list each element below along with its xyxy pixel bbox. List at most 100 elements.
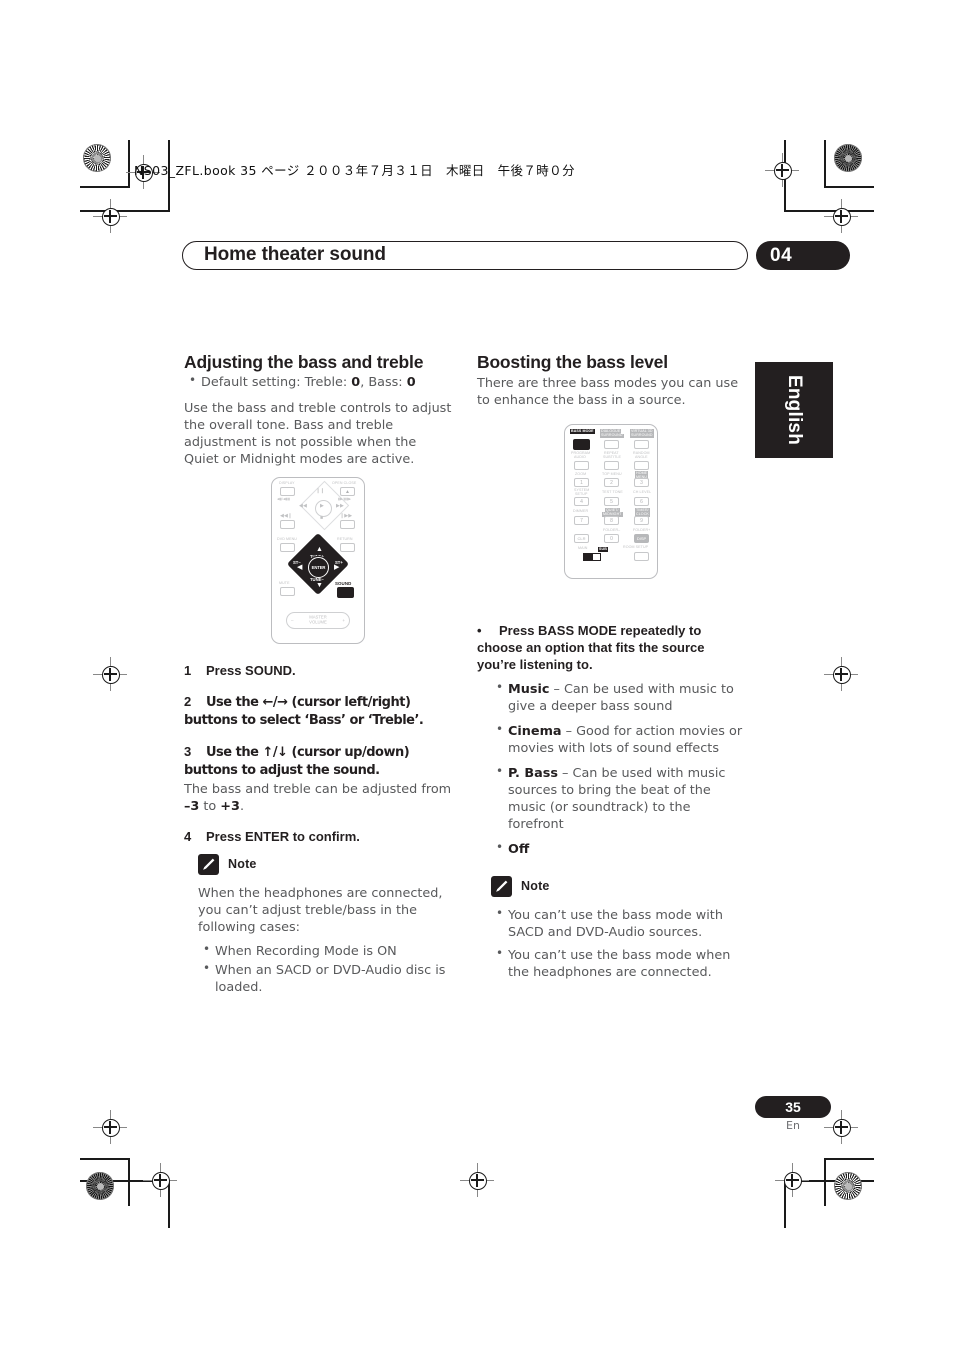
remote-b-key-9: 9 bbox=[634, 516, 649, 525]
remote-a-volume-label: VOLUME bbox=[309, 619, 327, 624]
left-column: Adjusting the bass and treble Default se… bbox=[184, 352, 452, 998]
left-note-item-2: When an SACD or DVD-Audio disc is loaded… bbox=[203, 961, 452, 996]
remote-b-key-7: 7 bbox=[574, 516, 589, 525]
right-note-item-1: You can’t use the bass mode with SACD an… bbox=[496, 906, 745, 941]
remote-a-enter-button: ENTER bbox=[308, 557, 329, 578]
remote-a-next-step-label: ▮▶/▮▮▶ bbox=[338, 497, 352, 501]
crop-mark-top-left-h bbox=[80, 186, 130, 188]
default-setting-list: Default setting: Treble: 0, Bass: 0 bbox=[184, 373, 452, 391]
left-note-intro: When the headphones are connected, you c… bbox=[198, 885, 443, 935]
step-4-text: Press ENTER to confirm. bbox=[206, 828, 360, 844]
remote-b-key-3: 3 bbox=[634, 478, 649, 487]
remote-b-program-button bbox=[574, 461, 589, 470]
step-3-sub-a: The bass and treble can be adjusted from bbox=[184, 781, 452, 797]
remote-a-next-track-icon: ❙▶▶ bbox=[340, 513, 353, 519]
remote-a-dvd-menu-button bbox=[280, 543, 295, 552]
remote-b-angle-label: ANGLE bbox=[635, 455, 648, 459]
default-bass-value: 0 bbox=[406, 375, 416, 391]
remote-a-return-label: RETURN bbox=[337, 537, 353, 541]
remote-a-master-volume-label: MASTER VOLUME bbox=[309, 615, 327, 624]
remote-a-volume-plus: + bbox=[342, 618, 345, 623]
pencil-note-icon bbox=[198, 853, 219, 875]
remote-b-surround-label: SURROUND bbox=[600, 433, 624, 439]
remote-b-folder-up-label: FOLDER+ bbox=[633, 528, 651, 532]
left-note-body: When the headphones are connected, you c… bbox=[184, 885, 452, 996]
bass-mode-option-pbass: P. Bass – Can be used with music sources… bbox=[496, 764, 745, 833]
remote-a-pause-icon: ❙❙ bbox=[316, 488, 325, 494]
language-side-tab-label: English bbox=[784, 374, 805, 446]
right-section-heading: Boosting the bass level bbox=[477, 352, 668, 372]
remote-b-audio-label: AUDIO bbox=[574, 455, 586, 459]
remote-b-virtual-surround-label: SURROUND bbox=[630, 433, 654, 439]
registration-crosshair-right-middle bbox=[824, 657, 858, 691]
remote-b-key-4: 4 bbox=[574, 497, 589, 506]
bass-mode-option-music: Music – Can be used with music to give a… bbox=[496, 680, 745, 715]
eject-icon: ▲ bbox=[345, 488, 350, 495]
remote-b-main-label: MAIN bbox=[578, 546, 588, 550]
pencil-note-icon bbox=[491, 875, 512, 897]
remote-a-rew-icon: ◀◀ bbox=[299, 503, 307, 509]
remote-b-key-2: 2 bbox=[604, 478, 619, 487]
remote-a-next-track-button bbox=[340, 520, 355, 529]
remote-b-main-sub-switch bbox=[583, 553, 601, 561]
remote-b-switch-toggle bbox=[584, 554, 593, 560]
registration-target-bottom-right bbox=[834, 1172, 862, 1200]
step-3-sub-c: to bbox=[199, 798, 221, 814]
step-4: 4 Press ENTER to confirm. bbox=[184, 829, 452, 846]
remote-a-ffwd-icon: ▶▶ bbox=[336, 503, 344, 509]
cursor-down-icon: ▼ bbox=[316, 582, 323, 589]
remote-a-stop-icon: ■ bbox=[320, 515, 324, 521]
default-setting-prefix: Default setting: Treble: bbox=[201, 375, 352, 391]
remote-b-key-disp: DISP bbox=[634, 534, 649, 543]
step-3-subtext: The bass and treble can be adjusted from… bbox=[184, 781, 452, 815]
left-intro-paragraph: Use the bass and treble controls to adju… bbox=[184, 401, 452, 468]
registration-crosshair-bottom-right bbox=[775, 1163, 809, 1197]
bass-mode-option-off-name: Off bbox=[508, 841, 530, 857]
registration-crosshair-right-upper bbox=[824, 199, 858, 233]
remote-a-open-close-button: ▲ bbox=[340, 487, 355, 496]
page-language-code: En bbox=[786, 1119, 800, 1132]
bass-mode-instruction: • Press BASS MODE repeatedly to choose an… bbox=[477, 623, 745, 674]
registration-target-top-left bbox=[83, 144, 111, 172]
crop-mark-bottom-left-h bbox=[80, 1158, 130, 1160]
registration-crosshair-left-lower bbox=[93, 1110, 127, 1144]
left-section-heading: Adjusting the bass and treble bbox=[184, 352, 424, 372]
crop-mark-bottom-left-v bbox=[128, 1158, 130, 1206]
remote-control-illustration-bass-mode: BASS MODE DIALOGUE SURROUND VIRTUAL 3D S… bbox=[564, 424, 658, 579]
registration-target-bottom-left bbox=[86, 1172, 114, 1200]
right-note-list: You can’t use the bass mode with SACD an… bbox=[491, 906, 745, 981]
remote-a-mute-label: MUTE bbox=[279, 581, 290, 585]
remote-b-key-0: 0 bbox=[604, 534, 619, 543]
registration-crosshair-top-right bbox=[765, 153, 799, 187]
remote-a-dvd-menu-label: DVD MENU bbox=[277, 537, 297, 541]
bass-mode-instruction-text: Press BASS MODE repeatedly to choose an … bbox=[477, 623, 705, 672]
remote-b-top-menu-label: TOP MENU bbox=[602, 472, 622, 476]
bass-mode-bullet: • bbox=[477, 623, 482, 639]
step-3-text: Use the ↑/↓ (cursor up/down) buttons to … bbox=[184, 744, 410, 778]
registration-crosshair-bottom-center bbox=[460, 1163, 494, 1197]
remote-b-test-tone-label: TEST TONE bbox=[602, 490, 623, 494]
remote-b-repeat-button bbox=[604, 461, 619, 470]
step-2-number: 2 bbox=[184, 694, 192, 710]
step-2: 2 Use the ←/→ (cursor left/right) buttons… bbox=[184, 694, 452, 730]
remote-a-sound-button bbox=[337, 587, 354, 598]
left-note-list: When Recording Mode is ON When an SACD o… bbox=[198, 942, 452, 996]
left-note-item-1: When Recording Mode is ON bbox=[203, 942, 452, 960]
step-3-number: 3 bbox=[184, 743, 192, 759]
remote-a-prev-step-label: ◀▮/◀▮▮ bbox=[277, 497, 291, 501]
bass-mode-option-music-name: Music bbox=[508, 681, 550, 697]
step-1-number: 1 bbox=[184, 663, 192, 679]
remote-a-prev-track-icon: ◀◀❙ bbox=[280, 513, 293, 519]
registration-target-top-right bbox=[834, 144, 862, 172]
step-3-max-value: +3 bbox=[220, 798, 240, 814]
step-4-number: 4 bbox=[184, 828, 192, 844]
registration-crosshair-left-upper bbox=[93, 199, 127, 233]
page-title: Home theater sound bbox=[204, 244, 386, 265]
bass-mode-option-off: Off bbox=[496, 840, 745, 858]
remote-b-room-setup-label: ROOM SETUP bbox=[623, 545, 649, 549]
chapter-number-badge: 04 bbox=[756, 241, 850, 270]
remote-a-display-label: DISPLAY bbox=[279, 481, 295, 485]
remote-b-key-1: 1 bbox=[574, 478, 589, 487]
remote-a-enter-label: ENTER bbox=[311, 565, 326, 570]
remote-a-play-icon: ▶ bbox=[320, 503, 324, 509]
